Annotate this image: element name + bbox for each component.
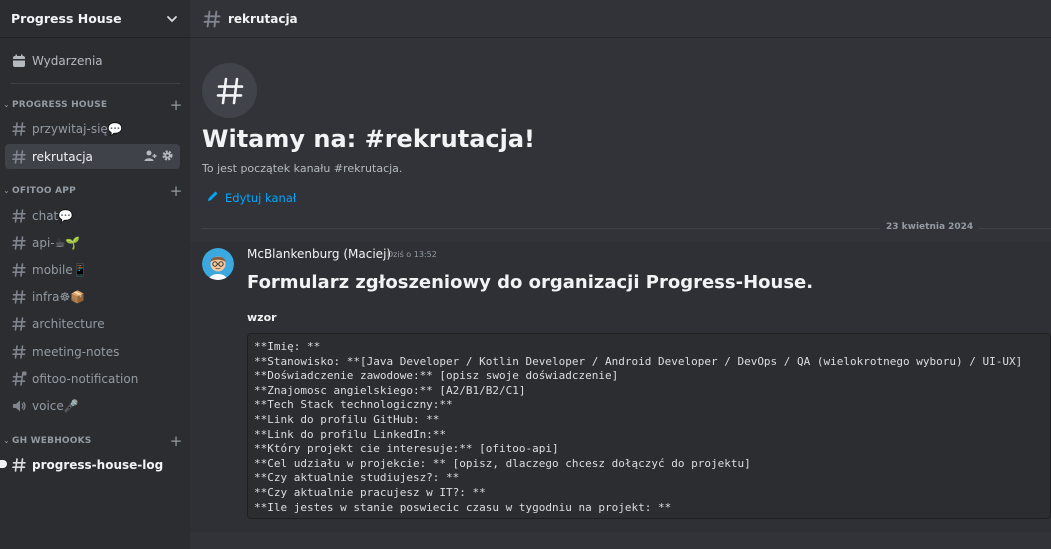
chevron-down-icon bbox=[165, 12, 179, 26]
message-timestamp: Dziś o 13:52 bbox=[387, 250, 437, 259]
events-label: Wydarzenia bbox=[32, 54, 103, 68]
hashtag-lock-icon bbox=[11, 371, 27, 387]
code-line: **Tech Stack technologiczny:** bbox=[254, 398, 453, 412]
hashtag-icon bbox=[11, 457, 27, 473]
message-subheading: wzor bbox=[247, 311, 277, 324]
add-channel-icon[interactable]: + bbox=[162, 433, 190, 449]
channel-label: meeting-notes bbox=[32, 344, 120, 359]
channel-label: voice🎤 bbox=[32, 398, 79, 413]
hashtag-icon bbox=[11, 316, 27, 332]
category-label: PROGRESS HOUSE bbox=[12, 100, 108, 110]
channel-header: rekrutacja bbox=[190, 0, 1051, 38]
edit-channel-link[interactable]: Edytuj kanał bbox=[207, 190, 296, 205]
category-progress-house[interactable]: ⌄ PROGRESS HOUSE + bbox=[0, 97, 190, 113]
channel-label: chat💬 bbox=[32, 208, 74, 223]
hashtag-icon bbox=[11, 289, 27, 305]
code-line: **Imię: ** bbox=[254, 340, 321, 353]
calendar-icon bbox=[11, 53, 27, 69]
channel-progress-house-log[interactable]: progress-house-log bbox=[0, 452, 180, 477]
message-author[interactable]: McBlankenburg (Maciej) bbox=[247, 247, 391, 261]
message: McBlankenburg (Maciej) Dziś o 13:52 Form… bbox=[190, 242, 1051, 532]
code-line: **Ile jestes w stanie poswiecic czasu w … bbox=[254, 500, 672, 514]
chevron-down-icon: ⌄ bbox=[3, 185, 10, 195]
welcome-title: Witamy na: #rekrutacja! bbox=[202, 125, 535, 153]
channel-label: rekrutacja bbox=[32, 149, 93, 164]
unread-indicator bbox=[0, 460, 7, 468]
channel-label: api-☕🌱 bbox=[32, 235, 81, 250]
invite-icon[interactable] bbox=[144, 149, 157, 165]
hashtag-icon bbox=[202, 9, 222, 29]
edit-channel-label: Edytuj kanał bbox=[225, 190, 297, 205]
hashtag-icon bbox=[11, 262, 27, 278]
category-label: OFITOO APP bbox=[12, 186, 76, 196]
speaker-icon bbox=[11, 398, 27, 414]
hashtag-icon bbox=[11, 149, 27, 165]
add-channel-icon[interactable]: + bbox=[162, 97, 190, 113]
code-block: **Imię: ** **Stanowisko: **[Java Develop… bbox=[247, 333, 1051, 519]
server-name: Progress House bbox=[11, 11, 122, 26]
channel-label: ofitoo-notification bbox=[32, 371, 139, 386]
sidebar-divider bbox=[10, 83, 180, 84]
channel-mobile[interactable]: mobile📱 bbox=[5, 257, 180, 282]
code-line: **Czy aktualnie pracujesz w IT?: ** bbox=[254, 485, 486, 499]
channel-api[interactable]: api-☕🌱 bbox=[5, 230, 180, 255]
pencil-icon bbox=[207, 190, 219, 205]
channel-label: architecture bbox=[32, 316, 105, 331]
channel-ofitoo-notification[interactable]: ofitoo-notification bbox=[5, 366, 180, 391]
code-line: **Link do profilu LinkedIn:** bbox=[254, 427, 447, 441]
channel-chat[interactable]: chat💬 bbox=[5, 203, 180, 228]
channel-architecture[interactable]: architecture bbox=[5, 311, 180, 336]
code-line: **Link do profilu GitHub: ** bbox=[254, 412, 440, 426]
code-line: **Doświadczenie zawodowe:** [opisz swoje… bbox=[254, 369, 619, 383]
avatar[interactable] bbox=[202, 248, 234, 280]
code-line: **Który projekt cie interesuje:** [ofito… bbox=[254, 442, 559, 456]
category-ofitoo-app[interactable]: ⌄ OFITOO APP + bbox=[0, 183, 190, 199]
code-line: **Cel udziału w projekcie: ** [opisz, dl… bbox=[254, 456, 751, 470]
message-heading: Formularz zgłoszeniowy do organizacji Pr… bbox=[247, 272, 814, 293]
channel-tools bbox=[144, 149, 174, 165]
category-label: GH WEBHOOKS bbox=[12, 436, 92, 446]
channel-meeting-notes[interactable]: meeting-notes bbox=[5, 339, 180, 364]
code-line: **Znajomosc angielskiego:** [A2/B1/B2/C1… bbox=[254, 383, 526, 397]
hashtag-icon bbox=[202, 63, 257, 118]
chevron-down-icon: ⌄ bbox=[3, 435, 10, 445]
channel-voice[interactable]: voice🎤 bbox=[5, 393, 180, 418]
channel-title: rekrutacja bbox=[228, 11, 298, 26]
hashtag-icon bbox=[11, 208, 27, 224]
discord-window: Progress House Wydarzenia ⌄ PROGRESS HOU… bbox=[0, 0, 1051, 549]
channel-przywitaj-sie[interactable]: przywitaj-się💬 bbox=[5, 116, 180, 141]
channel-label: infra☸📦 bbox=[32, 289, 86, 304]
channel-label: progress-house-log bbox=[32, 457, 164, 472]
chevron-down-icon: ⌄ bbox=[3, 99, 10, 109]
channel-label: przywitaj-się💬 bbox=[32, 121, 123, 136]
code-line: **Czy aktualnie studiujesz?: ** bbox=[254, 471, 460, 485]
channel-rekrutacja[interactable]: rekrutacja bbox=[5, 144, 180, 169]
gear-icon[interactable] bbox=[161, 149, 174, 165]
hashtag-icon bbox=[11, 121, 27, 137]
channel-sidebar: Progress House Wydarzenia ⌄ PROGRESS HOU… bbox=[0, 0, 190, 549]
welcome-subtitle: To jest początek kanału #rekrutacja. bbox=[202, 162, 403, 175]
category-gh-webhooks[interactable]: ⌄ GH WEBHOOKS + bbox=[0, 433, 190, 449]
add-channel-icon[interactable]: + bbox=[162, 183, 190, 199]
code-line: **Stanowisko: **[Java Developer / Kotlin… bbox=[254, 354, 1023, 368]
channel-label: mobile📱 bbox=[32, 262, 88, 277]
events-button[interactable]: Wydarzenia bbox=[7, 48, 183, 74]
server-header[interactable]: Progress House bbox=[0, 0, 190, 38]
hashtag-icon bbox=[11, 235, 27, 251]
channel-infra[interactable]: infra☸📦 bbox=[5, 284, 180, 309]
date-divider-label: 23 kwietnia 2024 bbox=[880, 222, 980, 232]
hashtag-icon bbox=[11, 344, 27, 360]
